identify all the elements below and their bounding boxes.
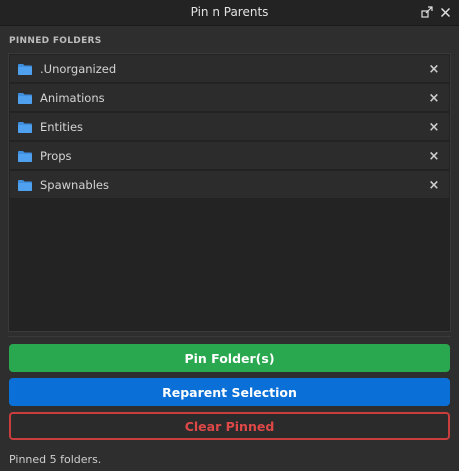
divider [8,336,451,337]
remove-icon[interactable]: × [427,178,441,193]
remove-icon[interactable]: × [427,62,441,77]
close-icon[interactable] [437,4,453,20]
list-item[interactable]: Props × [10,142,449,170]
remove-icon[interactable]: × [427,149,441,164]
pin-folders-button[interactable]: Pin Folder(s) [9,344,450,372]
list-item-label: Spawnables [40,178,109,192]
plugin-window: Pin n Parents PINNED FOLDERS .Unorganize… [0,0,459,471]
status-text: Pinned 5 folders. [9,453,102,466]
list-item[interactable]: .Unorganized × [10,55,449,83]
list-item[interactable]: Spawnables × [10,171,449,199]
dock-icon[interactable] [419,4,435,20]
list-item-label: Props [40,149,72,163]
list-item-label: Entities [40,120,84,134]
folder-icon [18,151,32,162]
reparent-selection-button[interactable]: Reparent Selection [9,378,450,406]
pinned-folders-list[interactable]: .Unorganized × Animations × Entities × P… [8,53,451,332]
clear-pinned-button[interactable]: Clear Pinned [9,412,450,440]
remove-icon[interactable]: × [427,120,441,135]
list-item[interactable]: Animations × [10,84,449,112]
list-item-label: .Unorganized [40,62,117,76]
folder-icon [18,180,32,191]
list-item-label: Animations [40,91,105,105]
folder-icon [18,122,32,133]
window-title: Pin n Parents [190,5,269,19]
remove-icon[interactable]: × [427,91,441,106]
list-item[interactable]: Entities × [10,113,449,141]
title-bar: Pin n Parents [0,0,459,26]
folder-icon [18,64,32,75]
folder-icon [18,93,32,104]
pinned-folders-heading: PINNED FOLDERS [9,36,102,46]
